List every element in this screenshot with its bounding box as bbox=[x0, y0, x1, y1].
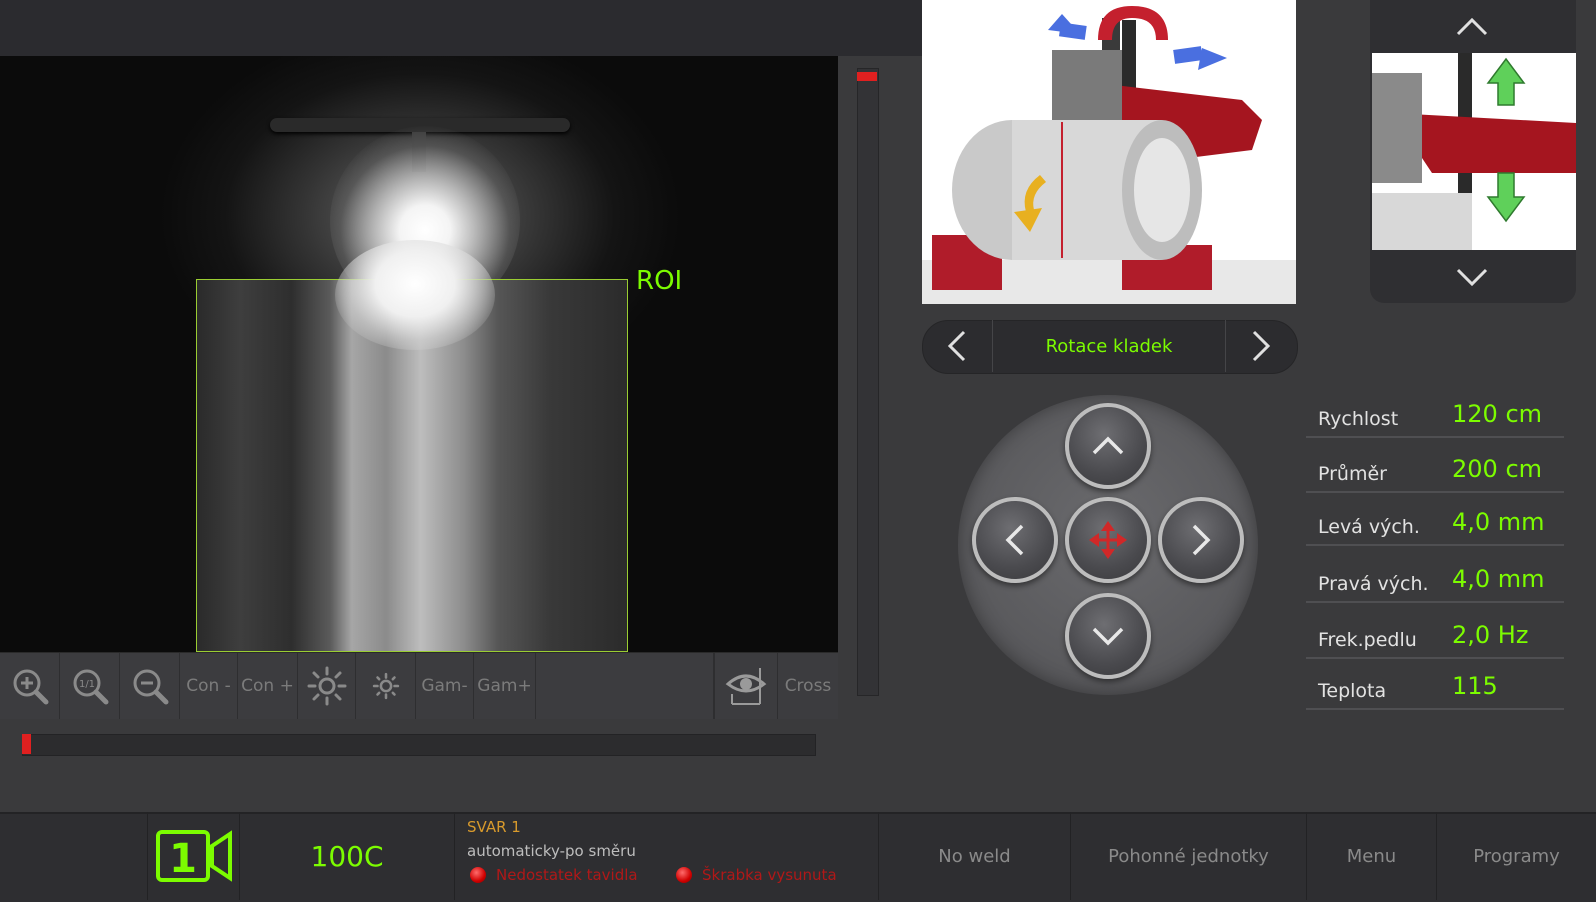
nav-drive-units-button[interactable]: Pohonné jednotky bbox=[1071, 812, 1307, 900]
zoom-in-icon bbox=[13, 669, 48, 705]
nav-menu-button[interactable]: Menu bbox=[1307, 812, 1437, 900]
machine-drawing bbox=[922, 6, 1296, 304]
eye-icon bbox=[725, 668, 767, 705]
horizontal-slider-thumb[interactable] bbox=[22, 734, 31, 754]
sun-large-icon bbox=[307, 666, 346, 706]
param-pendulum-frequency: Frek.pedlu 2,0 Hz bbox=[1306, 607, 1564, 659]
chevron-left-icon bbox=[1005, 524, 1024, 556]
chevron-left-icon bbox=[947, 330, 966, 362]
move-arrows-icon bbox=[1089, 521, 1127, 559]
warning-scraper: Škrabka vysunuta bbox=[676, 866, 837, 884]
param-value[interactable]: 115 bbox=[1452, 672, 1498, 700]
toolbar-spacer bbox=[536, 653, 714, 719]
weld-title: SVAR 1 bbox=[467, 818, 521, 836]
zoom-in-button[interactable] bbox=[0, 653, 60, 719]
param-label: Průměr bbox=[1318, 463, 1387, 485]
status-spacer bbox=[0, 812, 148, 900]
rotation-mode-label: Rotace kladek bbox=[992, 320, 1226, 372]
param-label: Levá vých. bbox=[1318, 516, 1420, 538]
warning-led-icon bbox=[676, 867, 692, 883]
param-value[interactable]: 200 cm bbox=[1452, 455, 1542, 483]
machine-illustration bbox=[922, 0, 1296, 304]
joystick-right-button[interactable] bbox=[1158, 497, 1244, 583]
chevron-right-icon bbox=[1192, 524, 1211, 556]
chevron-right-icon bbox=[1252, 330, 1271, 362]
horizontal-slider[interactable] bbox=[22, 734, 816, 756]
joystick-up-button[interactable] bbox=[1065, 403, 1151, 489]
video-camera-icon: 1 bbox=[155, 830, 232, 882]
chevron-down-icon bbox=[1456, 268, 1488, 287]
warning-flux: Nedostatek tavidla bbox=[470, 866, 638, 884]
sun-small-icon bbox=[372, 672, 399, 700]
direction-pad bbox=[958, 395, 1258, 695]
warning-text: Škrabka vysunuta bbox=[702, 866, 837, 884]
param-left-deviation: Levá vých. 4,0 mm bbox=[1306, 494, 1564, 546]
nav-no-weld-button[interactable]: No weld bbox=[879, 812, 1071, 900]
param-label: Pravá vých. bbox=[1318, 573, 1429, 595]
param-label: Rychlost bbox=[1318, 408, 1399, 430]
vertical-axis-illustration bbox=[1372, 53, 1576, 250]
chevron-up-icon bbox=[1456, 17, 1488, 36]
param-label: Teplota bbox=[1318, 680, 1387, 702]
warning-led-icon bbox=[470, 867, 486, 883]
top-bar bbox=[0, 0, 922, 56]
camera-select-button[interactable]: 1 bbox=[148, 812, 240, 900]
view-toggle-button[interactable] bbox=[714, 653, 778, 719]
vertical-slider[interactable] bbox=[857, 68, 879, 696]
contrast-plus-button[interactable]: Con + bbox=[238, 653, 298, 719]
param-right-deviation: Pravá vých. 4,0 mm bbox=[1306, 551, 1564, 603]
gamma-minus-button[interactable]: Gam- bbox=[416, 653, 474, 719]
param-speed: Rychlost 120 cm bbox=[1306, 386, 1564, 438]
param-temperature: Teplota 115 bbox=[1306, 658, 1564, 710]
brightness-plus-button[interactable] bbox=[298, 653, 356, 719]
temperature-readout: 100C bbox=[240, 812, 455, 900]
zoom-reset-icon: 1/1 bbox=[73, 669, 108, 705]
zoom-out-button[interactable] bbox=[120, 653, 180, 719]
svg-text:1/1: 1/1 bbox=[78, 679, 94, 690]
rotation-next-button[interactable] bbox=[1226, 320, 1296, 372]
roi-rectangle[interactable] bbox=[196, 240, 628, 652]
zoom-out-icon bbox=[133, 669, 168, 705]
move-down-button[interactable] bbox=[1452, 260, 1492, 296]
camera-number: 1 bbox=[169, 836, 197, 882]
param-value[interactable]: 4,0 mm bbox=[1452, 508, 1545, 536]
rotation-prev-button[interactable] bbox=[922, 320, 992, 372]
joystick-down-button[interactable] bbox=[1065, 593, 1151, 679]
nav-programs-button[interactable]: Programy bbox=[1437, 812, 1596, 900]
contrast-minus-button[interactable]: Con - bbox=[180, 653, 238, 719]
camera-toolbar: 1/1 Con - Con + Gam- Gam+ Cross bbox=[0, 652, 838, 719]
brightness-minus-button[interactable] bbox=[356, 653, 416, 719]
roi-label: ROI bbox=[636, 266, 683, 296]
warning-text: Nedostatek tavidla bbox=[496, 866, 638, 884]
camera-view[interactable]: ROI bbox=[0, 56, 838, 652]
param-value[interactable]: 120 cm bbox=[1452, 400, 1542, 428]
joystick-center-button[interactable] bbox=[1065, 497, 1151, 583]
param-label: Frek.pedlu bbox=[1318, 629, 1417, 651]
param-value[interactable]: 4,0 mm bbox=[1452, 565, 1545, 593]
param-diameter: Průměr 200 cm bbox=[1306, 441, 1564, 493]
roi-arc-glow bbox=[335, 240, 495, 350]
joystick-left-button[interactable] bbox=[972, 497, 1058, 583]
vertical-slider-thumb[interactable] bbox=[857, 72, 877, 81]
zoom-reset-button[interactable]: 1/1 bbox=[60, 653, 120, 719]
gamma-plus-button[interactable]: Gam+ bbox=[474, 653, 536, 719]
chevron-down-icon bbox=[1092, 627, 1124, 646]
chevron-up-icon bbox=[1092, 436, 1124, 455]
weld-mode: automaticky-po směru bbox=[467, 842, 636, 860]
move-up-button[interactable] bbox=[1452, 8, 1492, 44]
cross-button[interactable]: Cross bbox=[778, 653, 838, 719]
param-value[interactable]: 2,0 Hz bbox=[1452, 621, 1528, 649]
vertical-axis-drawing bbox=[1372, 53, 1576, 250]
